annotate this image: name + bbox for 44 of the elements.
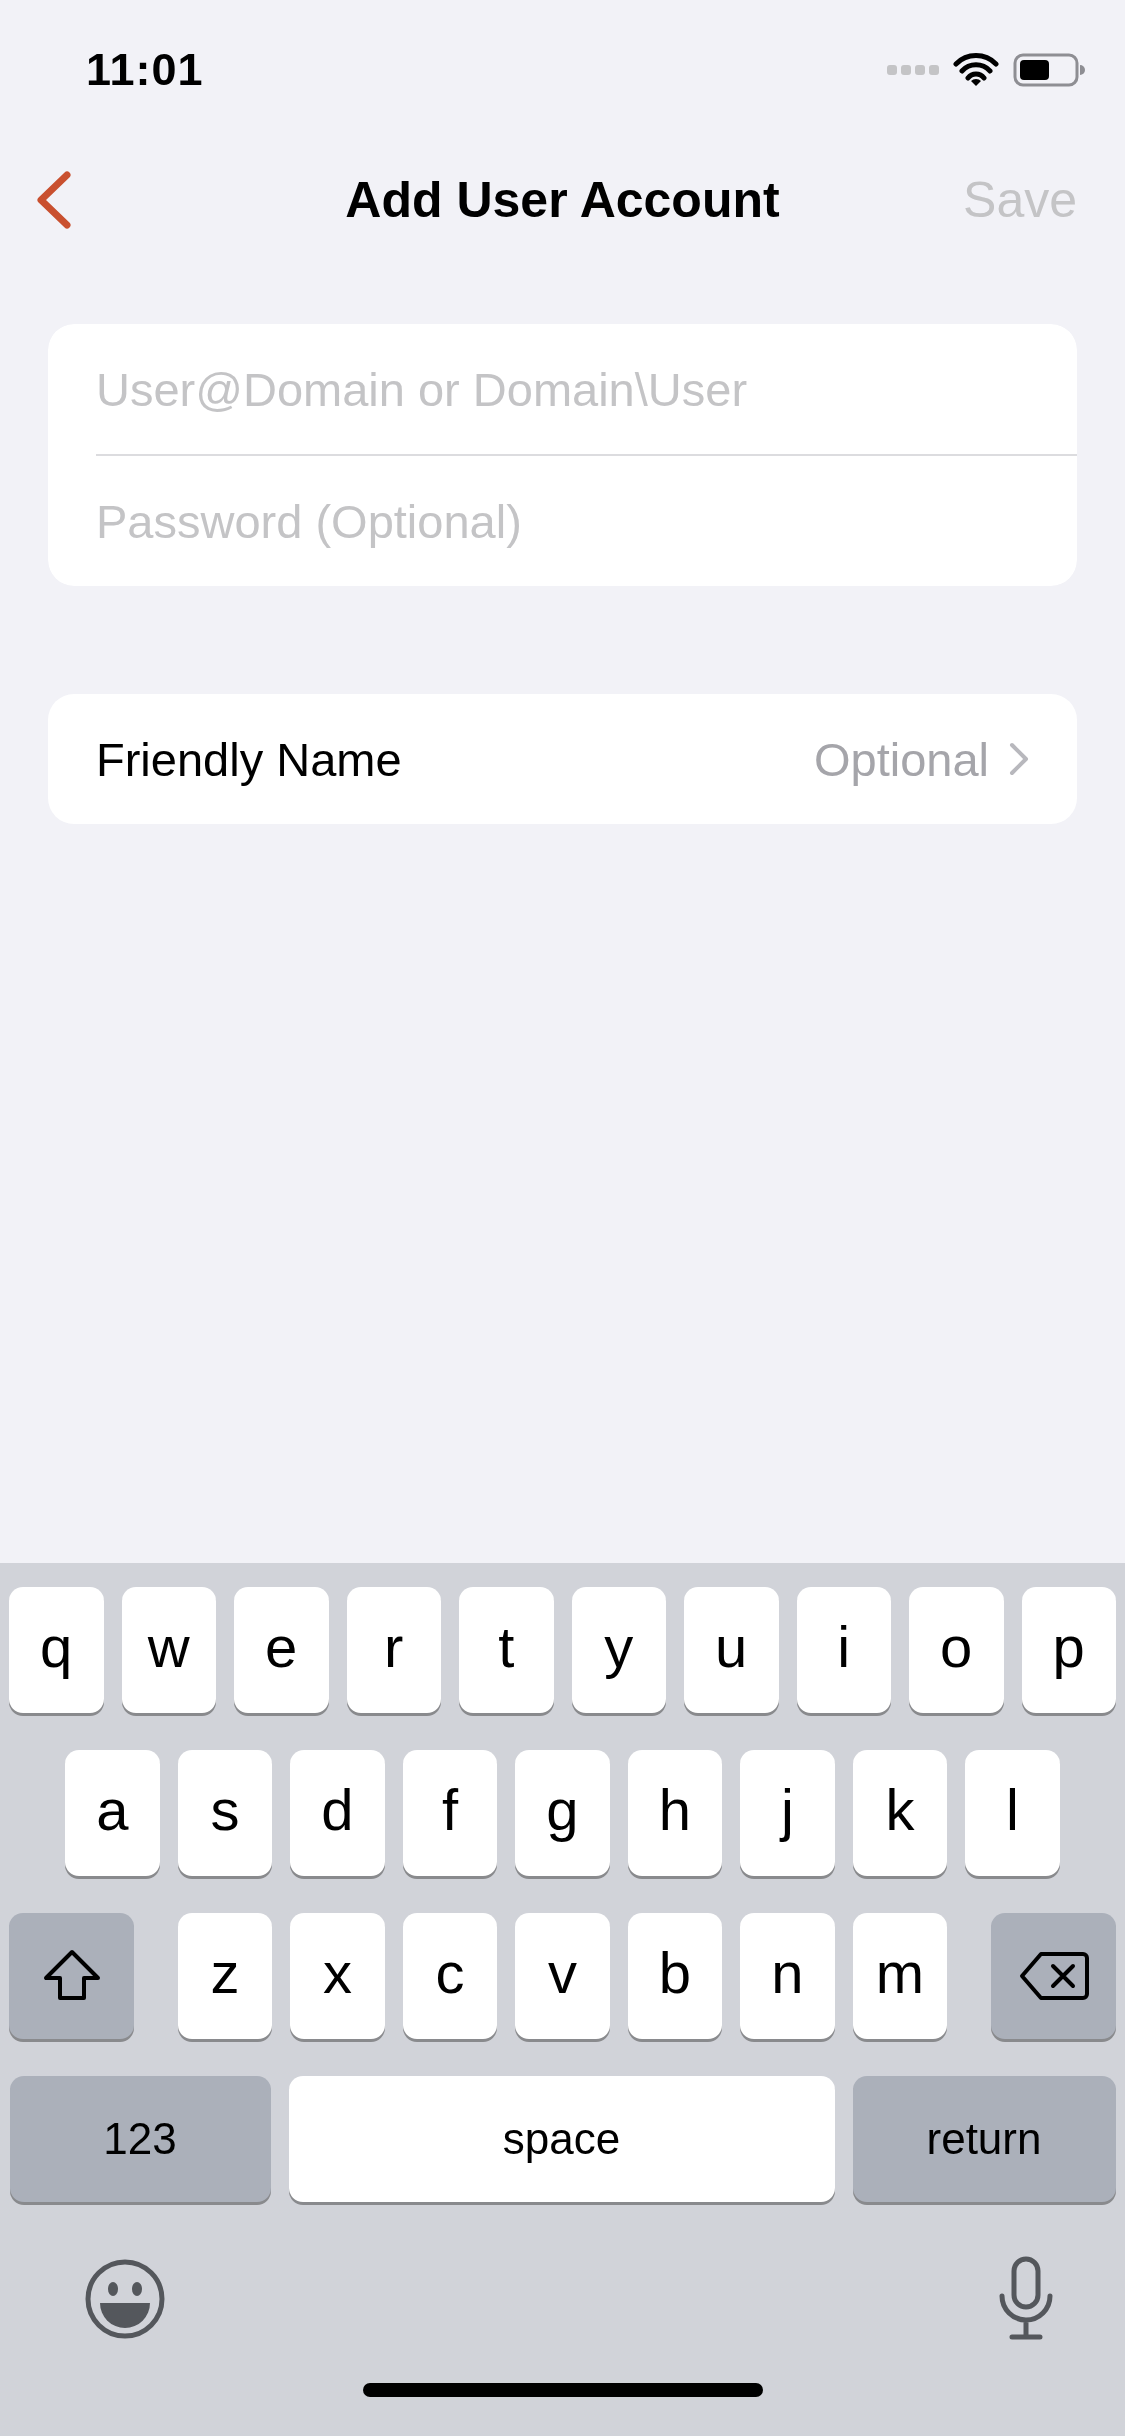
key[interactable]: m xyxy=(852,1913,948,2039)
text-field[interactable]: Password (Optional) xyxy=(48,456,1077,586)
shift-icon xyxy=(41,1949,102,2003)
key[interactable]: b xyxy=(627,1913,723,2039)
key[interactable]: z xyxy=(177,1913,273,2039)
key[interactable]: g xyxy=(515,1750,610,1876)
key[interactable]: u xyxy=(684,1587,779,1713)
key[interactable]: l xyxy=(965,1750,1060,1876)
key[interactable]: f xyxy=(402,1750,498,1876)
key[interactable]: a xyxy=(65,1750,160,1876)
key[interactable]: c xyxy=(402,1913,498,2039)
key[interactable]: k xyxy=(852,1750,948,1876)
battery-icon xyxy=(1013,53,1085,87)
back-icon xyxy=(35,170,73,230)
key[interactable]: d xyxy=(290,1750,385,1876)
key[interactable]: w xyxy=(121,1587,216,1713)
delete-key[interactable] xyxy=(991,1913,1116,2039)
page-title: Add User Account xyxy=(345,171,780,229)
delete-icon xyxy=(1018,1951,1089,2001)
key[interactable]: s xyxy=(177,1750,273,1876)
key[interactable]: v xyxy=(515,1913,610,2039)
key[interactable]: n xyxy=(740,1913,835,2039)
key[interactable]: h xyxy=(627,1750,723,1876)
key[interactable]: i xyxy=(796,1587,891,1713)
friendly-name-row[interactable]: Friendly Name Optional xyxy=(48,694,1077,824)
key[interactable]: o xyxy=(909,1587,1004,1713)
key[interactable]: t xyxy=(459,1587,554,1713)
key[interactable]: j xyxy=(740,1750,835,1876)
text-field[interactable]: User@Domain or Domain\User xyxy=(48,324,1077,454)
return-key[interactable]: return xyxy=(852,2076,1116,2202)
chevron-icon xyxy=(1009,742,1029,776)
key[interactable]: q xyxy=(9,1587,104,1713)
emoji-icon[interactable] xyxy=(84,2258,166,2340)
key[interactable]: r xyxy=(346,1587,441,1713)
space-key[interactable]: space xyxy=(288,2076,835,2202)
key[interactable]: x xyxy=(290,1913,385,2039)
key[interactable]: p xyxy=(1021,1587,1116,1713)
status-time: 11:01 xyxy=(86,44,204,96)
key[interactable]: y xyxy=(571,1587,666,1713)
shift-key[interactable] xyxy=(9,1913,134,2039)
wifi-icon xyxy=(953,53,999,87)
signal-icon xyxy=(887,64,939,76)
numbers-key[interactable]: 123 xyxy=(9,2076,271,2202)
key[interactable]: e xyxy=(234,1587,329,1713)
